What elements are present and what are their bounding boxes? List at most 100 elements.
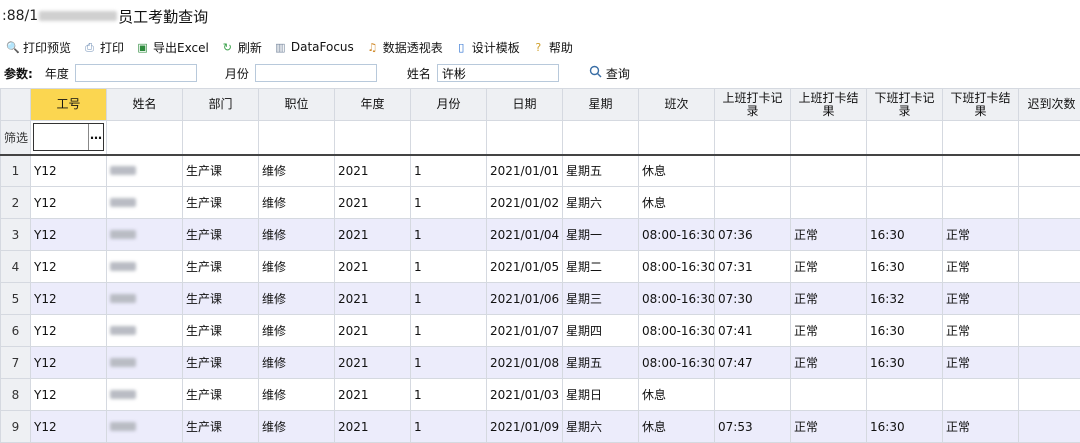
table-row[interactable]: 7Y12生产课维修202112021/01/08星期五08:00-16:3007… (1, 347, 1080, 379)
cell-wd[interactable]: 星期五 (563, 155, 639, 187)
cell-in[interactable]: 07:31 (715, 251, 791, 283)
cell-dept[interactable]: 生产课 (183, 283, 259, 315)
cell-in_res[interactable]: 正常 (791, 251, 867, 283)
filter-cell[interactable]: … (31, 121, 107, 155)
cell-shift[interactable]: 08:00-16:30 (639, 283, 715, 315)
cell-month[interactable]: 1 (411, 187, 487, 219)
cell-pos[interactable]: 维修 (259, 187, 335, 219)
column-header[interactable]: 职位 (259, 89, 335, 121)
cell-pos[interactable]: 维修 (259, 251, 335, 283)
cell-late[interactable] (1019, 315, 1080, 347)
cell-shift[interactable]: 休息 (639, 411, 715, 443)
refresh-button[interactable]: ↻刷新 (221, 39, 262, 56)
name-input[interactable] (437, 64, 559, 82)
cell-in[interactable] (715, 379, 791, 411)
cell-shift[interactable]: 休息 (639, 379, 715, 411)
cell-id[interactable]: Y12 (31, 283, 107, 315)
filter-cell[interactable] (867, 121, 943, 155)
cell-year[interactable]: 2021 (335, 155, 411, 187)
cell-pos[interactable]: 维修 (259, 347, 335, 379)
print-button[interactable]: ⎙打印 (83, 39, 124, 56)
cell-dept[interactable]: 生产课 (183, 155, 259, 187)
cell-in_res[interactable]: 正常 (791, 315, 867, 347)
cell-month[interactable]: 1 (411, 411, 487, 443)
column-header[interactable]: 工号 (31, 89, 107, 121)
column-header[interactable]: 上班打卡记录 (715, 89, 791, 121)
month-input[interactable] (255, 64, 377, 82)
table-row[interactable]: 4Y12生产课维修202112021/01/05星期二08:00-16:3007… (1, 251, 1080, 283)
cell-wd[interactable]: 星期五 (563, 347, 639, 379)
cell-year[interactable]: 2021 (335, 283, 411, 315)
column-header[interactable]: 下班打卡记录 (867, 89, 943, 121)
cell-year[interactable]: 2021 (335, 411, 411, 443)
cell-wd[interactable]: 星期二 (563, 251, 639, 283)
cell-name[interactable] (107, 187, 183, 219)
cell-out[interactable]: 16:30 (867, 315, 943, 347)
design-template-button[interactable]: ▯设计模板 (455, 39, 520, 56)
column-header[interactable]: 星期 (563, 89, 639, 121)
table-row[interactable]: 2Y12生产课维修202112021/01/02星期六休息 (1, 187, 1080, 219)
cell-pos[interactable]: 维修 (259, 379, 335, 411)
cell-name[interactable] (107, 155, 183, 187)
datafocus-button[interactable]: ▥DataFocus (274, 40, 354, 54)
cell-out_res[interactable]: 正常 (943, 411, 1019, 443)
cell-out_res[interactable] (943, 187, 1019, 219)
cell-date[interactable]: 2021/01/08 (487, 347, 563, 379)
cell-out[interactable]: 16:32 (867, 283, 943, 315)
cell-pos[interactable]: 维修 (259, 155, 335, 187)
cell-in[interactable]: 07:30 (715, 283, 791, 315)
cell-dept[interactable]: 生产课 (183, 347, 259, 379)
cell-date[interactable]: 2021/01/09 (487, 411, 563, 443)
table-row[interactable]: 8Y12生产课维修202112021/01/03星期日休息 (1, 379, 1080, 411)
cell-wd[interactable]: 星期日 (563, 379, 639, 411)
cell-month[interactable]: 1 (411, 219, 487, 251)
filter-cell[interactable] (791, 121, 867, 155)
cell-pos[interactable]: 维修 (259, 283, 335, 315)
cell-shift[interactable]: 休息 (639, 155, 715, 187)
cell-late[interactable] (1019, 187, 1080, 219)
print-preview-button[interactable]: 🔍打印预览 (6, 39, 71, 56)
cell-wd[interactable]: 星期一 (563, 219, 639, 251)
cell-late[interactable] (1019, 411, 1080, 443)
cell-year[interactable]: 2021 (335, 379, 411, 411)
cell-out[interactable] (867, 155, 943, 187)
cell-id[interactable]: Y12 (31, 187, 107, 219)
cell-year[interactable]: 2021 (335, 219, 411, 251)
filter-cell[interactable] (259, 121, 335, 155)
cell-name[interactable] (107, 251, 183, 283)
cell-out[interactable]: 16:30 (867, 411, 943, 443)
year-input[interactable] (75, 64, 197, 82)
cell-month[interactable]: 1 (411, 251, 487, 283)
cell-shift[interactable]: 08:00-16:30 (639, 347, 715, 379)
cell-late[interactable] (1019, 283, 1080, 315)
cell-year[interactable]: 2021 (335, 315, 411, 347)
cell-name[interactable] (107, 347, 183, 379)
filter-cell[interactable] (487, 121, 563, 155)
cell-month[interactable]: 1 (411, 283, 487, 315)
cell-out_res[interactable]: 正常 (943, 219, 1019, 251)
filter-cell[interactable] (563, 121, 639, 155)
cell-name[interactable] (107, 411, 183, 443)
cell-dept[interactable]: 生产课 (183, 219, 259, 251)
cell-name[interactable] (107, 379, 183, 411)
table-row[interactable]: 9Y12生产课维修202112021/01/09星期六休息07:53正常16:3… (1, 411, 1080, 443)
cell-pos[interactable]: 维修 (259, 315, 335, 347)
cell-name[interactable] (107, 315, 183, 347)
cell-out_res[interactable]: 正常 (943, 315, 1019, 347)
more-icon[interactable]: … (88, 124, 103, 150)
cell-year[interactable]: 2021 (335, 347, 411, 379)
table-row[interactable]: 1Y12生产课维修202112021/01/01星期五休息 (1, 155, 1080, 187)
cell-pos[interactable]: 维修 (259, 411, 335, 443)
cell-date[interactable]: 2021/01/03 (487, 379, 563, 411)
query-button[interactable]: 查询 (589, 65, 630, 82)
cell-name[interactable] (107, 283, 183, 315)
cell-in_res[interactable]: 正常 (791, 347, 867, 379)
column-header[interactable]: 迟到次数 (1019, 89, 1080, 121)
column-header[interactable]: 下班打卡结果 (943, 89, 1019, 121)
cell-in[interactable] (715, 155, 791, 187)
filter-cell[interactable] (639, 121, 715, 155)
cell-out[interactable]: 16:30 (867, 251, 943, 283)
cell-shift[interactable]: 休息 (639, 187, 715, 219)
cell-out[interactable] (867, 379, 943, 411)
cell-id[interactable]: Y12 (31, 347, 107, 379)
